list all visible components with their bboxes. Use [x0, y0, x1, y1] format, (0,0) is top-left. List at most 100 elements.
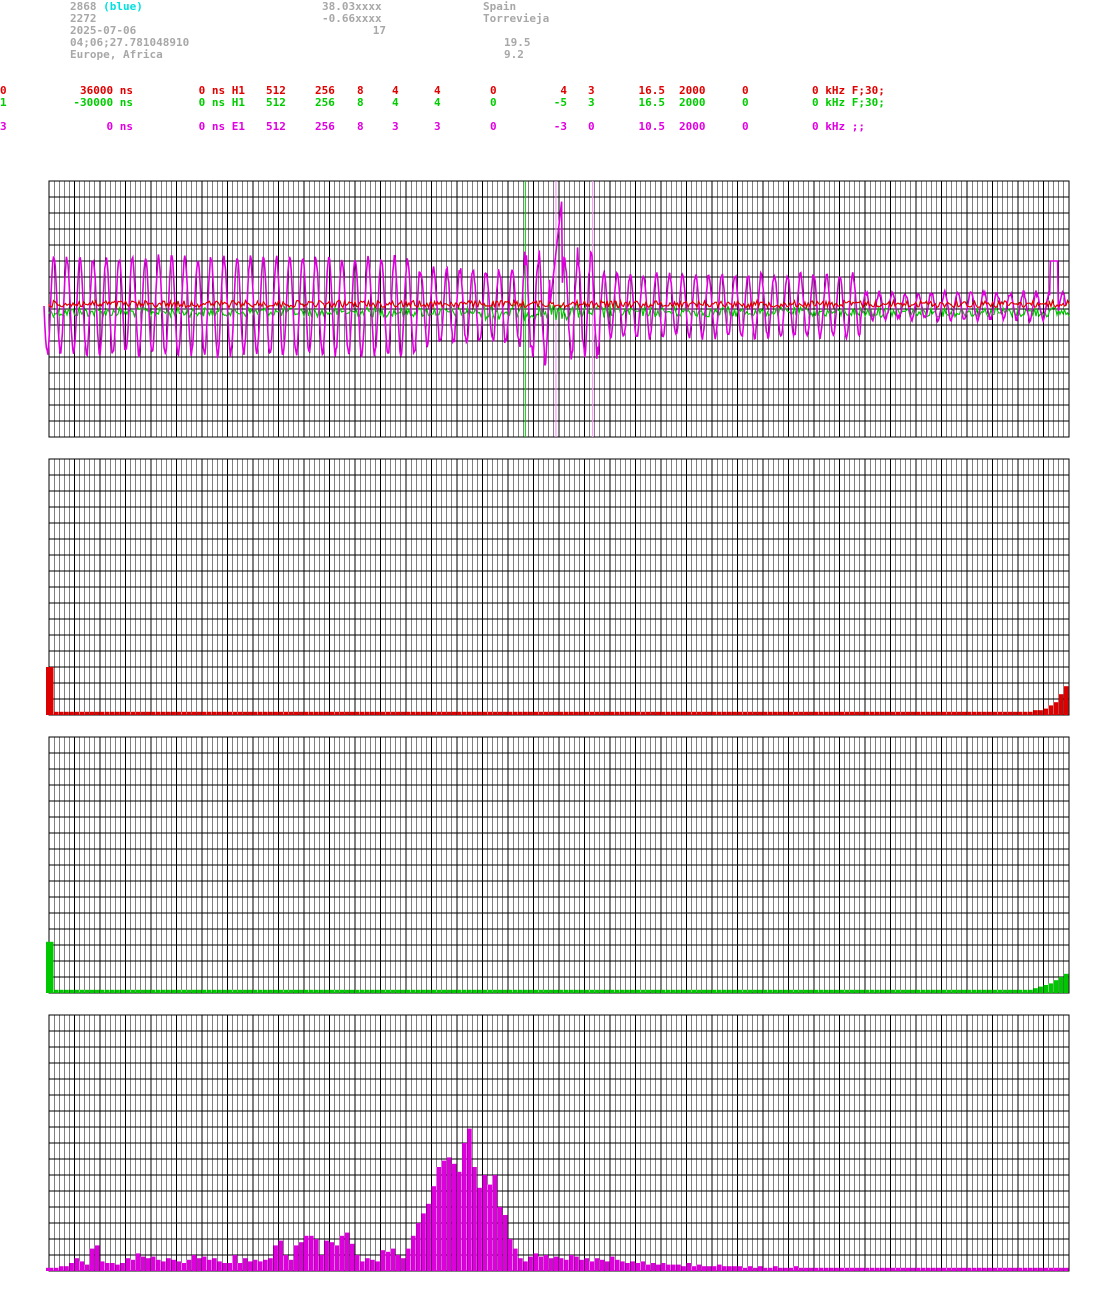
histogram-bar — [548, 1258, 554, 1271]
histogram-bar — [559, 1258, 564, 1271]
histogram-bar — [778, 1267, 783, 1271]
histogram-bar — [242, 711, 248, 715]
histogram-bar — [217, 711, 222, 715]
histogram-bar — [875, 989, 880, 993]
histogram-bar — [191, 711, 197, 715]
histogram-bar — [870, 989, 875, 993]
histogram-bar — [732, 1266, 737, 1271]
histogram-bar — [1018, 989, 1023, 993]
histogram-bar — [380, 1250, 385, 1271]
histogram-bar — [849, 989, 855, 993]
histogram-bar — [880, 711, 885, 715]
histogram-bar — [854, 711, 860, 715]
histogram-bar — [650, 711, 656, 715]
histogram-bar — [630, 989, 635, 993]
histogram-bar — [803, 989, 809, 993]
histogram-bar — [258, 711, 263, 715]
histogram-bar — [1018, 1267, 1023, 1271]
histogram-bar — [997, 711, 1003, 715]
histogram-bar — [472, 1167, 477, 1271]
histogram-bar — [273, 711, 278, 715]
histogram-bar — [808, 989, 814, 993]
histogram-bar — [722, 989, 727, 993]
histogram-bar — [803, 711, 809, 715]
histogram-bar — [508, 1239, 513, 1271]
histogram-bar — [89, 1248, 95, 1271]
histogram-bar — [752, 711, 758, 715]
histogram-bar — [1043, 985, 1048, 993]
histogram-bar — [258, 1261, 263, 1271]
histogram-bar — [451, 1163, 457, 1271]
histogram-bar — [528, 711, 533, 715]
histogram-bar — [727, 711, 732, 715]
histogram-bar — [253, 989, 258, 993]
histogram-bar — [319, 989, 324, 993]
histogram-bar — [844, 989, 850, 993]
histogram-bar — [803, 1267, 809, 1271]
histogram-bar — [706, 711, 712, 715]
histogram-bar — [625, 1263, 630, 1271]
histogram-bar — [135, 989, 141, 993]
histogram-bar — [681, 989, 686, 993]
histogram-bar — [936, 989, 941, 993]
histogram-bar — [701, 1266, 707, 1271]
histogram-bar — [905, 711, 911, 715]
histogram-bar — [355, 711, 360, 715]
histogram-bar — [1048, 1267, 1054, 1271]
histogram-bar — [79, 711, 85, 715]
histogram-bar — [513, 989, 518, 993]
histogram-bar — [426, 1203, 431, 1271]
histogram-bar — [1063, 1267, 1069, 1271]
histogram-bar — [528, 1256, 533, 1271]
histogram-bar — [222, 989, 227, 993]
histogram-bar — [79, 1261, 85, 1271]
histogram-bar — [508, 711, 513, 715]
histogram-bar — [375, 711, 380, 715]
histogram-bar — [773, 711, 778, 715]
histogram-bar — [181, 989, 187, 993]
histogram-bar — [834, 989, 839, 993]
histogram-bar — [54, 711, 59, 715]
grid-panel-2 — [48, 458, 1070, 716]
histogram-bar — [1063, 686, 1069, 715]
histogram-bar — [446, 1157, 452, 1271]
histogram-bar — [115, 989, 120, 993]
histogram-bar — [635, 711, 640, 715]
histogram-bar — [207, 711, 212, 715]
histogram-bar — [1023, 711, 1028, 715]
histogram-bar — [666, 1264, 671, 1271]
histogram-bar — [186, 989, 192, 993]
histogram-bar — [778, 989, 783, 993]
histogram-bar — [982, 711, 987, 715]
histogram-bar — [543, 1255, 549, 1271]
histogram-bar — [757, 711, 763, 715]
histogram-bar — [513, 1248, 518, 1271]
histogram-bar — [283, 989, 289, 993]
histogram-bar — [798, 711, 804, 715]
histogram-bar — [967, 989, 972, 993]
histogram-bar — [288, 1259, 294, 1271]
histogram-bar — [916, 1267, 921, 1271]
histogram-bar — [125, 1258, 130, 1271]
histogram-bar — [987, 989, 992, 993]
histogram-bar — [344, 711, 350, 715]
histogram-bar — [625, 989, 630, 993]
histogram-bar — [171, 711, 176, 715]
histogram-bar — [212, 1258, 217, 1271]
histogram-bar — [46, 1267, 54, 1271]
histogram-bar — [161, 989, 166, 993]
histogram-bar — [375, 989, 380, 993]
histogram-bar — [288, 711, 294, 715]
histogram-bar — [768, 1267, 773, 1271]
histogram-bar — [400, 1258, 406, 1271]
histogram-bar — [457, 711, 462, 715]
histogram-bar — [956, 989, 962, 993]
histogram-bar — [145, 711, 151, 715]
histogram-bar — [788, 989, 793, 993]
histogram-bar — [370, 989, 375, 993]
histogram-bar — [457, 1171, 462, 1271]
histogram-bar — [956, 711, 962, 715]
histogram-bar — [696, 711, 702, 715]
histogram-bar — [834, 711, 839, 715]
histogram-bar — [502, 711, 508, 715]
